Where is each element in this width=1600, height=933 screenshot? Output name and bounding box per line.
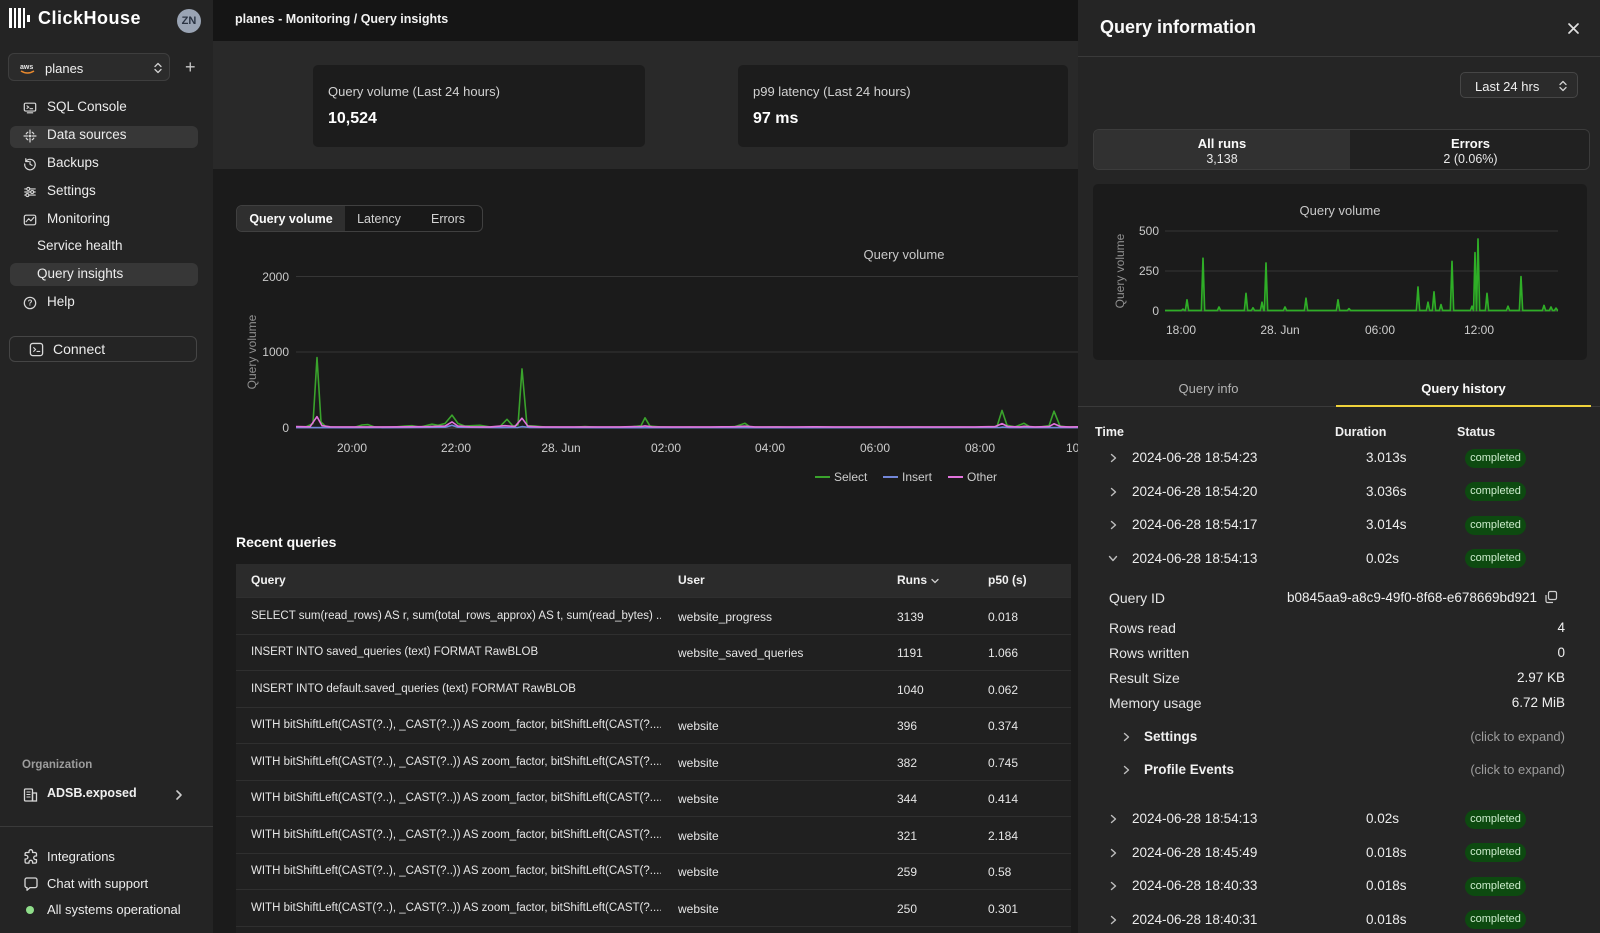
svg-text:Insert: Insert bbox=[902, 470, 933, 484]
svg-text:28. Jun: 28. Jun bbox=[541, 441, 580, 455]
svg-text:Query volume: Query volume bbox=[1300, 203, 1381, 218]
svg-text:aws: aws bbox=[20, 64, 33, 71]
svg-text:0: 0 bbox=[282, 421, 289, 435]
svg-text:500: 500 bbox=[1139, 224, 1159, 238]
svg-text:02:00: 02:00 bbox=[651, 441, 681, 455]
svg-text:20:00: 20:00 bbox=[337, 441, 367, 455]
svg-text:08:00: 08:00 bbox=[965, 441, 995, 455]
svg-text:18:00: 18:00 bbox=[1166, 323, 1196, 337]
svg-text:250: 250 bbox=[1139, 264, 1159, 278]
svg-text:06:00: 06:00 bbox=[860, 441, 890, 455]
svg-text:Query volume: Query volume bbox=[864, 247, 945, 262]
svg-text:Other: Other bbox=[967, 470, 997, 484]
svg-text:10:00: 10:00 bbox=[1066, 441, 1078, 455]
svg-text:?: ? bbox=[28, 299, 33, 308]
svg-text:2000: 2000 bbox=[262, 270, 289, 284]
svg-text:1000: 1000 bbox=[262, 345, 289, 359]
svg-text:Select: Select bbox=[834, 470, 868, 484]
svg-text:Query volume: Query volume bbox=[1113, 233, 1127, 308]
svg-text:0: 0 bbox=[1152, 304, 1159, 318]
svg-text:06:00: 06:00 bbox=[1365, 323, 1395, 337]
svg-text:04:00: 04:00 bbox=[755, 441, 785, 455]
svg-text:12:00: 12:00 bbox=[1464, 323, 1494, 337]
svg-text:28. Jun: 28. Jun bbox=[1260, 323, 1299, 337]
svg-text:Query volume: Query volume bbox=[245, 314, 259, 389]
svg-text:22:00: 22:00 bbox=[441, 441, 471, 455]
